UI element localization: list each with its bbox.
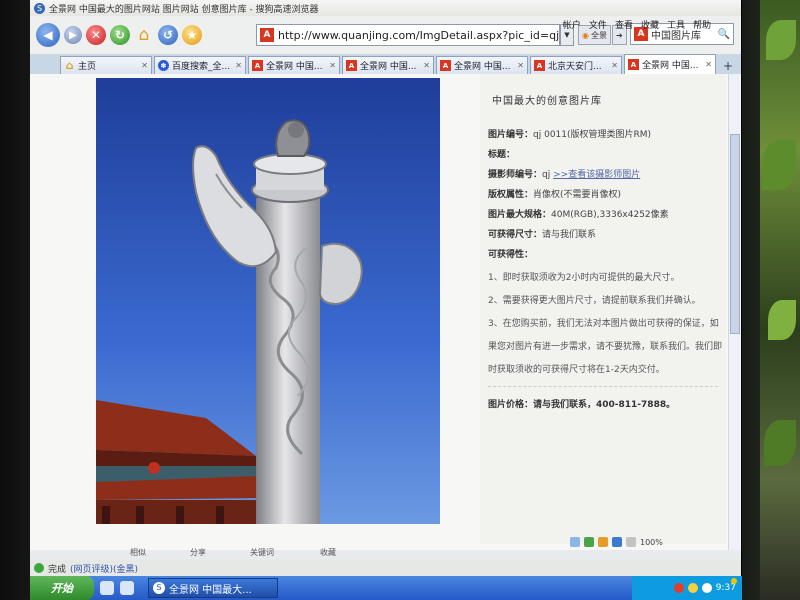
page-content: 中国最大的创意图片库 图片编号：qj 0011(版权管理类图片RM) 标题： 摄… bbox=[30, 74, 741, 550]
close-icon[interactable]: ✕ bbox=[611, 61, 618, 70]
bulb-icon[interactable] bbox=[598, 537, 608, 547]
taskbar: 开始 S 全景网 中国最大... 9:37 bbox=[30, 576, 742, 600]
zoom-level[interactable]: 100% bbox=[640, 538, 663, 547]
menu-item-favorites[interactable]: 收藏 bbox=[641, 18, 659, 31]
back-button[interactable]: ◀ bbox=[36, 23, 60, 47]
field-image-id: 图片编号：qj 0011(版权管理类图片RM) bbox=[488, 130, 652, 140]
close-icon[interactable]: ✕ bbox=[423, 61, 430, 70]
site-icon: A bbox=[440, 60, 451, 71]
note-line: 3、在您购买前，我们无法对本图片做出可获得的保证，如 bbox=[488, 319, 719, 329]
browser-window: S 全景网 中国最大的图片网站 图片网站 创意图片库 - 搜狗高速浏览器 ◀ ▶… bbox=[30, 0, 742, 584]
new-tab-button[interactable]: + bbox=[720, 58, 736, 74]
window-title: 全景网 中国最大的图片网站 图片网站 创意图片库 - 搜狗高速浏览器 bbox=[49, 4, 319, 15]
field-availability: 可获得性： bbox=[488, 250, 534, 260]
sogou-icon: ◉ bbox=[582, 30, 589, 40]
field-photographer: 摄影师编号：qj >>查看该摄影师图片 bbox=[488, 170, 641, 180]
site-icon: A bbox=[534, 60, 545, 71]
site-icon: A bbox=[346, 60, 357, 71]
close-icon[interactable]: ✕ bbox=[705, 60, 712, 69]
tab-quanjing-3[interactable]: A 全景网 中国... ✕ bbox=[436, 56, 528, 74]
tab-quanjing-active[interactable]: A 全景网 中国... ✕ bbox=[624, 54, 716, 74]
availability-notes: 1、即时获取须收为2小时内可提供的最大尺寸。 2、需要获得更大图片尺寸，请提前联… bbox=[488, 267, 726, 382]
field-rights: 版权属性：肖像权(不需要肖像权) bbox=[488, 190, 622, 200]
background-plant bbox=[760, 0, 800, 600]
monitor-power-led bbox=[731, 578, 737, 584]
site-favicon-icon: A bbox=[260, 28, 274, 42]
menu-item-file[interactable]: 文件 bbox=[589, 18, 607, 31]
photo-huabiao-column[interactable] bbox=[96, 78, 440, 524]
done-icon bbox=[34, 563, 44, 573]
clock: 9:37 bbox=[715, 583, 736, 593]
bottom-tab-similar[interactable]: 相似 bbox=[130, 547, 146, 558]
close-icon[interactable]: ✕ bbox=[141, 61, 148, 70]
tab-bar: ⌂ 主页 ✕ ✽ 百度搜索_全... ✕ A 全景网 中国... ✕ A 全景网… bbox=[30, 54, 741, 74]
note-line: 时获取须收的可获得尺寸将在1-2天内交付。 bbox=[488, 365, 665, 375]
note-line: 1、即时获取须收为2小时内可提供的最大尺寸。 bbox=[488, 273, 680, 283]
photo-image bbox=[96, 78, 440, 524]
note-line: 果您对图片有进一步需求，请不要犹豫，联系我们。我们即 bbox=[488, 342, 723, 352]
tab-quanjing-2[interactable]: A 全景网 中国... ✕ bbox=[342, 56, 434, 74]
home-icon: ⌂ bbox=[65, 59, 74, 72]
system-tray: 9:37 bbox=[632, 576, 742, 600]
quicklaunch-browser-icon[interactable] bbox=[120, 581, 134, 595]
menu-bar: 帐户 文件 查看 收藏 工具 帮助 bbox=[563, 18, 711, 31]
paw-icon: ✽ bbox=[158, 60, 169, 71]
browser-logo-icon: S bbox=[34, 2, 45, 14]
scrollbar-thumb[interactable] bbox=[730, 134, 740, 334]
tab-tiananmen[interactable]: A 北京天安门... ✕ bbox=[530, 56, 622, 74]
price-text: 图片价格：请与我们联系，400-811-7888。 bbox=[488, 400, 676, 410]
quicklaunch-desktop-icon[interactable] bbox=[100, 581, 114, 595]
network-icon[interactable] bbox=[701, 583, 712, 593]
site-heading: 中国最大的创意图片库 bbox=[492, 96, 602, 107]
magnifier-icon[interactable]: 🔍 bbox=[718, 29, 730, 40]
menu-item-help[interactable]: 帮助 bbox=[693, 18, 711, 31]
address-url: http://www.quanjing.com/ImgDetail.aspx?p… bbox=[278, 28, 560, 42]
page-rating-link[interactable]: (网页评级)(金黑) bbox=[70, 562, 138, 575]
note-line: 2、需要获得更大图片尺寸，请提前联系我们并确认。 bbox=[488, 296, 701, 306]
status-icons: 100% bbox=[570, 534, 663, 550]
sync-icon[interactable] bbox=[612, 537, 622, 547]
site-icon: A bbox=[628, 59, 639, 70]
bottom-tab-strip: 相似 分享 关键词 收藏 bbox=[30, 547, 741, 560]
close-icon[interactable]: ✕ bbox=[517, 61, 524, 70]
antivirus-icon[interactable] bbox=[673, 583, 684, 593]
menu-item-view[interactable]: 查看 bbox=[615, 18, 633, 31]
close-icon[interactable]: ✕ bbox=[235, 61, 242, 70]
home-button[interactable]: ⌂ bbox=[134, 25, 154, 45]
tab-baidu[interactable]: ✽ 百度搜索_全... ✕ bbox=[154, 56, 246, 74]
site-icon: A bbox=[252, 60, 263, 71]
bottom-tab-collect[interactable]: 收藏 bbox=[320, 547, 336, 558]
taskbar-item-browser[interactable]: S 全景网 中国最大... bbox=[148, 578, 278, 598]
download-icon[interactable] bbox=[570, 537, 580, 547]
ime-icon[interactable] bbox=[687, 583, 698, 593]
title-bar: S 全景网 中国最大的图片网站 图片网站 创意图片库 - 搜狗高速浏览器 bbox=[30, 0, 741, 16]
field-max-size: 图片最大规格：40M(RGB),3336x4252像素 bbox=[488, 210, 669, 220]
start-button[interactable]: 开始 bbox=[30, 576, 94, 600]
menu-item-account[interactable]: 帐户 bbox=[563, 18, 581, 31]
arrow-right-icon: ➔ bbox=[616, 30, 623, 40]
browser-logo-icon: S bbox=[153, 582, 165, 594]
status-text: 完成 bbox=[48, 564, 67, 575]
bottom-tab-share[interactable]: 分享 bbox=[190, 547, 206, 558]
leaf-icon[interactable] bbox=[584, 537, 594, 547]
address-bar[interactable]: A http://www.quanjing.com/ImgDetail.aspx… bbox=[256, 24, 560, 46]
forward-button[interactable]: ▶ bbox=[64, 26, 82, 44]
field-title: 标题： bbox=[488, 150, 516, 160]
favorites-button[interactable]: ★ bbox=[182, 25, 202, 45]
bottom-tab-keywords[interactable]: 关键词 bbox=[250, 547, 274, 558]
refresh-button[interactable]: ↻ bbox=[110, 25, 130, 45]
vertical-scrollbar[interactable] bbox=[728, 74, 740, 550]
field-available-size: 可获得尺寸：请与我们联系 bbox=[488, 230, 597, 240]
image-info-panel: 中国最大的创意图片库 图片编号：qj 0011(版权管理类图片RM) 标题： 摄… bbox=[480, 74, 726, 544]
stop-button[interactable]: ✕ bbox=[86, 25, 106, 45]
sound-icon[interactable] bbox=[626, 537, 636, 547]
photographer-link[interactable]: >>查看该摄影师图片 bbox=[553, 170, 640, 180]
status-bar: 完成 (网页评级)(金黑) bbox=[30, 560, 741, 576]
menu-item-tools[interactable]: 工具 bbox=[667, 18, 685, 31]
undo-close-button[interactable]: ↺ bbox=[158, 25, 178, 45]
tab-quanjing-1[interactable]: A 全景网 中国... ✕ bbox=[248, 56, 340, 74]
close-icon[interactable]: ✕ bbox=[329, 61, 336, 70]
divider bbox=[488, 386, 718, 387]
tab-home[interactable]: ⌂ 主页 ✕ bbox=[60, 56, 152, 74]
